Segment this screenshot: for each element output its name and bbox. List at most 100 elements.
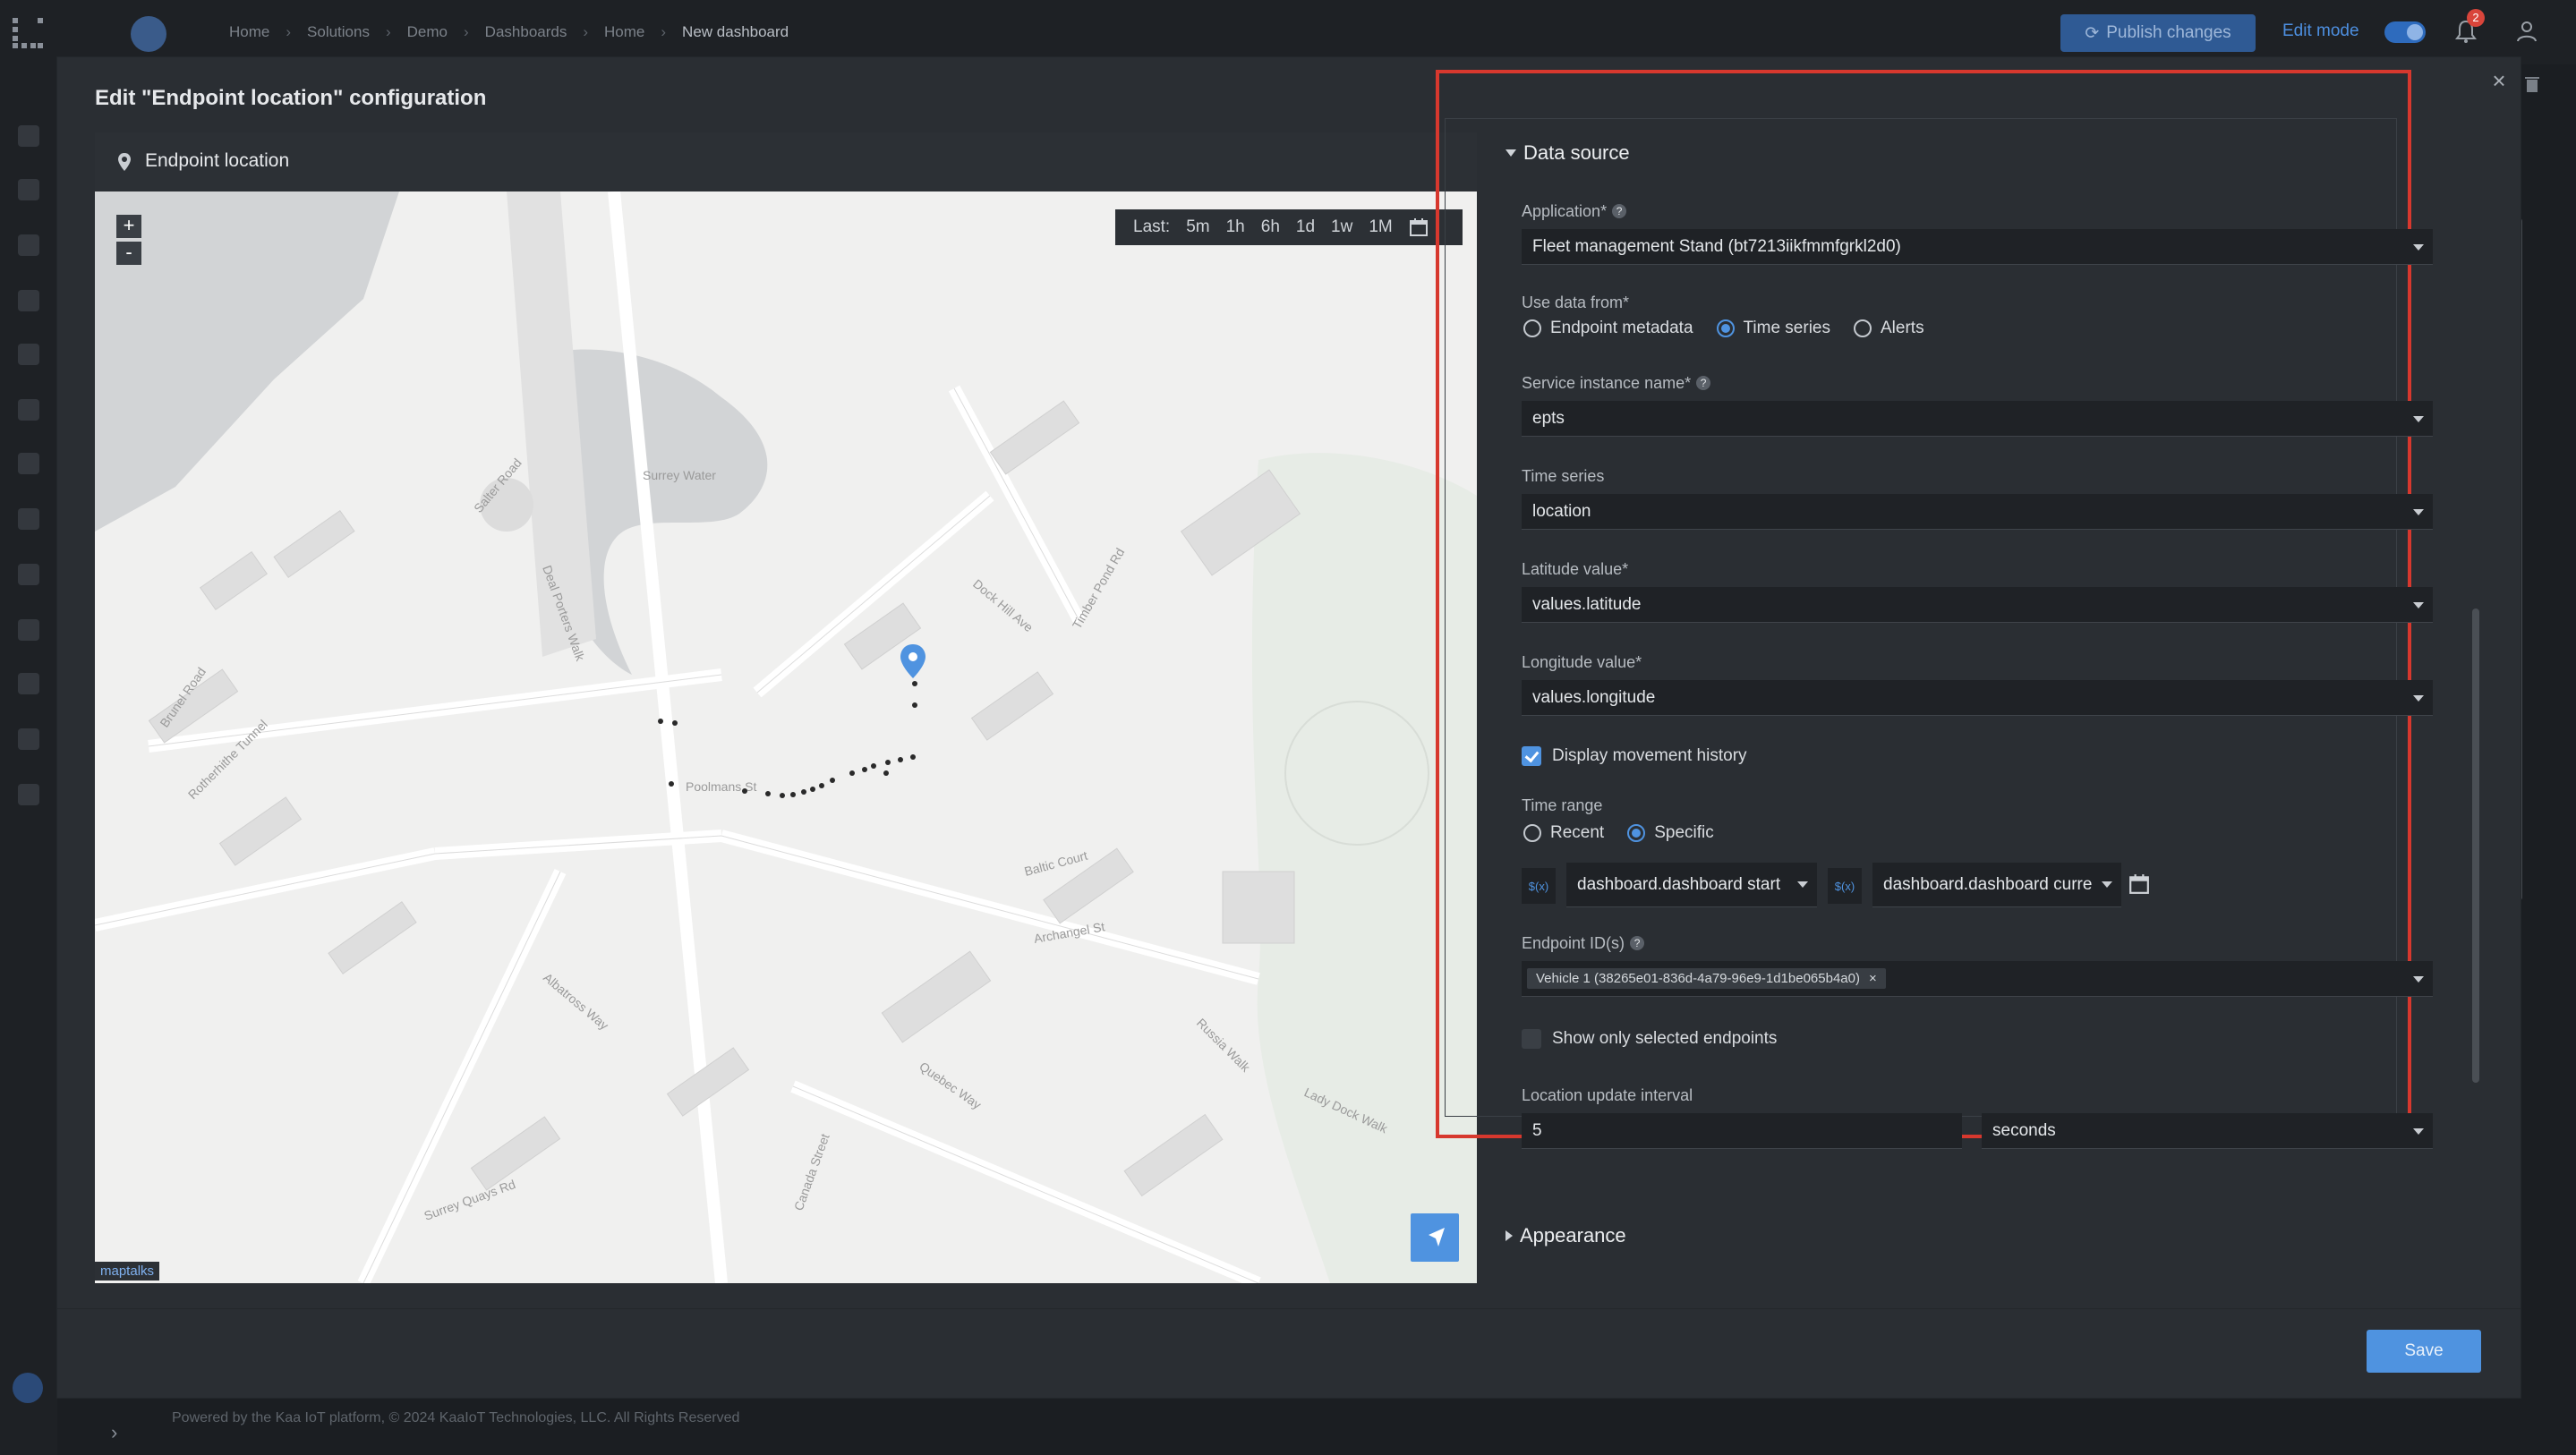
time-option-6h[interactable]: 6h <box>1261 217 1280 237</box>
kaa-logo-icon[interactable] <box>11 16 45 50</box>
time-option-1d[interactable]: 1d <box>1296 217 1315 237</box>
time-range-label: Time range <box>1522 796 1603 814</box>
map-canvas[interactable]: Surrey Water Brunel Road Salter Road Dea… <box>95 191 1477 1283</box>
breadcrumb-solutions[interactable]: Solutions <box>307 23 370 41</box>
breadcrumb-dashboards[interactable]: Dashboards <box>485 23 567 41</box>
locate-button[interactable] <box>1411 1213 1459 1262</box>
nav-globe-icon[interactable] <box>18 508 39 530</box>
chevron-down-icon <box>1797 881 1808 888</box>
appearance-header[interactable]: Appearance <box>1506 1224 1626 1247</box>
publish-changes-button[interactable]: ⟳ Publish changes <box>2060 14 2256 52</box>
movement-history-checkbox[interactable] <box>1522 746 1541 766</box>
time-option-5m[interactable]: 5m <box>1186 217 1209 237</box>
movement-history-row: Display movement history <box>1522 746 1747 766</box>
remove-chip-icon[interactable]: × <box>1869 971 1877 986</box>
breadcrumb-separator: › <box>286 23 292 40</box>
edit-mode-toggle[interactable] <box>2384 21 2426 43</box>
fx-start-icon[interactable]: $(x) <box>1522 868 1556 904</box>
left-rail <box>0 0 57 1455</box>
breadcrumb: Home › Solutions › Demo › Dashboards › Home ›… <box>229 23 789 41</box>
expand-chevron-icon[interactable]: › <box>111 1421 117 1444</box>
user-icon[interactable] <box>2513 18 2540 45</box>
longitude-label: Longitude value* <box>1522 653 1642 672</box>
breadcrumb-demo[interactable]: Demo <box>407 23 448 41</box>
required-mark: * <box>1635 653 1642 671</box>
nav-dashboards-icon[interactable] <box>18 179 39 200</box>
map-label: Surrey Water <box>643 468 716 482</box>
fx-end-icon[interactable]: $(x) <box>1828 868 1862 904</box>
chevron-down-icon <box>2413 602 2424 608</box>
breadcrumb-home[interactable]: Home <box>229 23 269 41</box>
required-mark: * <box>1622 560 1629 578</box>
interval-unit-select[interactable]: seconds <box>1982 1113 2433 1149</box>
range-end-value: dashboard.dashboard curre <box>1883 874 2093 894</box>
time-option-1M[interactable]: 1M <box>1369 217 1392 237</box>
nav-alerts-icon[interactable] <box>18 453 39 474</box>
application-label-text: Application <box>1522 202 1601 220</box>
radio-label: Alerts <box>1881 319 1924 337</box>
range-start-select[interactable]: dashboard.dashboard start <box>1566 863 1817 907</box>
service-select[interactable]: epts <box>1522 401 2433 437</box>
panel-scrollbar[interactable] <box>2472 608 2479 1083</box>
zoom-out-button[interactable]: - <box>116 242 141 265</box>
help-icon[interactable]: ? <box>1630 936 1645 950</box>
nav-files-icon[interactable] <box>18 564 39 585</box>
endpoint-select[interactable]: Vehicle 1 (38265e01-836d-4a79-96e9-1d1be… <box>1522 961 2433 997</box>
rocket-icon <box>131 16 166 52</box>
help-icon[interactable]: ? <box>1696 376 1711 390</box>
movement-history-label: Display movement history <box>1552 746 1747 765</box>
chevron-down-icon <box>2102 881 2112 888</box>
trash-icon[interactable] <box>2524 75 2540 93</box>
application-select[interactable]: Fleet management Stand (bt7213iikfmmfgrk… <box>1522 229 2433 265</box>
radio-label: Time series <box>1743 319 1830 337</box>
radio-specific[interactable] <box>1627 824 1646 842</box>
help-icon[interactable]: ? <box>1612 204 1627 218</box>
save-button[interactable]: Save <box>2367 1330 2481 1373</box>
zoom-in-button[interactable]: + <box>116 215 141 238</box>
expand-caret-icon <box>1506 1230 1513 1241</box>
interval-label: Location update interval <box>1522 1086 1693 1104</box>
show-selected-checkbox[interactable] <box>1522 1029 1541 1049</box>
radio-alerts[interactable] <box>1854 319 1872 337</box>
endpoint-chip: Vehicle 1 (38265e01-836d-4a79-96e9-1d1be… <box>1527 968 1886 989</box>
nav-analytics-icon[interactable] <box>18 399 39 421</box>
map-attribution[interactable]: maptalks <box>95 1262 160 1281</box>
close-icon[interactable]: × <box>2488 69 2510 92</box>
breadcrumb-separator: › <box>464 23 469 40</box>
time-series-value: location <box>1532 501 1591 521</box>
application-value: Fleet management Stand (bt7213iikfmmfgrk… <box>1532 236 1901 256</box>
chevron-down-icon <box>2413 695 2424 702</box>
nav-media-icon[interactable] <box>18 619 39 641</box>
edit-mode-label: Edit mode <box>2282 21 2359 40</box>
application-label: Application*? <box>1522 202 1627 221</box>
calendar-icon[interactable] <box>2128 873 2150 895</box>
radio-endpoint-metadata[interactable] <box>1523 319 1541 337</box>
time-series-select[interactable]: location <box>1522 494 2433 530</box>
nav-help-icon[interactable] <box>18 784 39 805</box>
nav-devices-icon[interactable] <box>18 234 39 256</box>
nav-home-icon[interactable] <box>18 125 39 147</box>
nav-flow-icon[interactable] <box>18 344 39 365</box>
widget-header: Endpoint location <box>95 132 1477 191</box>
radio-recent[interactable] <box>1523 824 1541 842</box>
longitude-value: values.longitude <box>1532 687 1656 707</box>
calendar-icon[interactable] <box>1409 217 1429 237</box>
interval-unit-value: seconds <box>1992 1120 2056 1140</box>
nav-settings-icon[interactable] <box>18 673 39 694</box>
longitude-select[interactable]: values.longitude <box>1522 680 2433 716</box>
time-prefix: Last: <box>1133 217 1171 236</box>
chat-icon[interactable] <box>13 1373 43 1403</box>
time-option-1w[interactable]: 1w <box>1331 217 1352 237</box>
interval-input[interactable]: 5 <box>1522 1113 1962 1149</box>
nav-code-icon[interactable] <box>18 290 39 311</box>
breadcrumb-home-dashboard[interactable]: Home <box>604 23 644 41</box>
time-option-1h[interactable]: 1h <box>1226 217 1245 237</box>
range-end-select[interactable]: dashboard.dashboard curre <box>1872 863 2121 907</box>
latitude-label-text: Latitude value <box>1522 560 1623 578</box>
show-selected-row: Show only selected endpoints <box>1522 1029 1777 1049</box>
radio-time-series[interactable] <box>1716 319 1735 337</box>
use-data-label-text: Use data from <box>1522 294 1624 311</box>
map-background: Surrey Water Brunel Road Salter Road Dea… <box>95 191 1477 1283</box>
nav-apps-icon[interactable] <box>18 728 39 750</box>
latitude-select[interactable]: values.latitude <box>1522 587 2433 623</box>
